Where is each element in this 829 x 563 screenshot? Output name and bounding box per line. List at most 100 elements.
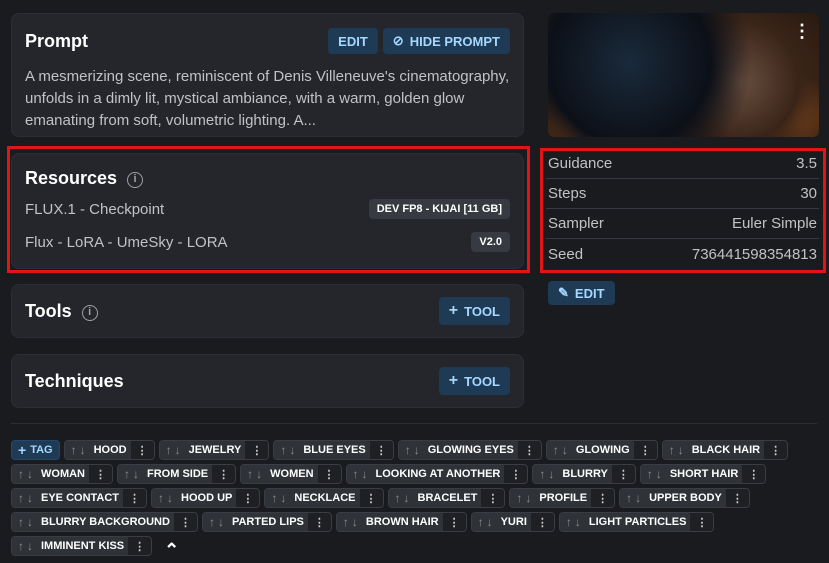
tag-label[interactable]: YURI: [496, 513, 531, 531]
tag-item[interactable]: ↑ ↓ YURI ⋮: [470, 512, 555, 532]
arrow-down-icon[interactable]: ↓: [133, 467, 139, 481]
tag-label[interactable]: LIGHT PARTICLES: [584, 513, 691, 531]
tag-menu-icon[interactable]: ⋮: [742, 465, 766, 483]
tag-menu-icon[interactable]: ⋮: [530, 513, 554, 531]
tag-item[interactable]: ↑ ↓ BLUE EYES ⋮: [273, 440, 394, 460]
tag-label[interactable]: IMMINENT KISS: [37, 537, 129, 555]
tag-label[interactable]: JEWELRY: [184, 441, 246, 459]
tag-label[interactable]: HOOD UP: [177, 489, 237, 507]
tag-menu-icon[interactable]: ⋮: [212, 465, 236, 483]
info-icon[interactable]: i: [127, 172, 144, 188]
arrow-down-icon[interactable]: ↓: [404, 491, 410, 505]
tag-item[interactable]: ↑ ↓ WOMEN ⋮: [240, 464, 342, 484]
tag-menu-icon[interactable]: ⋮: [130, 441, 154, 459]
arrow-down-icon[interactable]: ↓: [414, 443, 420, 457]
tag-menu-icon[interactable]: ⋮: [236, 489, 260, 507]
arrow-down-icon[interactable]: ↓: [175, 443, 181, 457]
tag-label[interactable]: BLURRY BACKGROUND: [37, 513, 174, 531]
tag-label[interactable]: PROFILE: [535, 489, 592, 507]
arrow-down-icon[interactable]: ↓: [548, 467, 554, 481]
tag-item[interactable]: ↑ ↓ HOOD ⋮: [63, 440, 155, 460]
arrow-down-icon[interactable]: ↓: [656, 467, 662, 481]
arrow-down-icon[interactable]: ↓: [352, 515, 358, 529]
tag-item[interactable]: ↑ ↓ LIGHT PARTICLES ⋮: [558, 512, 715, 532]
tag-item[interactable]: ↑ ↓ LOOKING AT ANOTHER ⋮: [345, 464, 529, 484]
tag-menu-icon[interactable]: ⋮: [89, 465, 112, 483]
tag-menu-icon[interactable]: ⋮: [633, 441, 657, 459]
info-icon[interactable]: i: [81, 304, 98, 321]
tag-item[interactable]: ↑ ↓ WOMAN ⋮: [11, 464, 113, 484]
arrow-down-icon[interactable]: ↓: [218, 515, 224, 529]
tag-label[interactable]: WOMAN: [37, 465, 89, 483]
arrow-up-icon[interactable]: ↑: [209, 515, 215, 529]
tag-label[interactable]: HOOD: [89, 441, 131, 459]
arrow-up-icon[interactable]: ↑: [566, 515, 572, 529]
edit-params-button[interactable]: ✎ EDIT: [548, 281, 615, 305]
arrow-up-icon[interactable]: ↑: [516, 491, 522, 505]
more-options-icon[interactable]: ⋮: [793, 21, 811, 42]
arrow-up-icon[interactable]: ↑: [18, 467, 24, 481]
arrow-up-icon[interactable]: ↑: [166, 443, 172, 457]
tag-item[interactable]: ↑ ↓ FROM SIDE ⋮: [117, 464, 237, 484]
arrow-up-icon[interactable]: ↑: [71, 443, 77, 457]
arrow-up-icon[interactable]: ↑: [626, 491, 632, 505]
arrow-up-icon[interactable]: ↑: [18, 539, 24, 553]
arrow-down-icon[interactable]: ↓: [362, 467, 368, 481]
arrow-up-icon[interactable]: ↑: [280, 443, 286, 457]
tag-menu-icon[interactable]: ⋮: [317, 465, 341, 483]
tag-menu-icon[interactable]: ⋮: [245, 441, 269, 459]
tag-menu-icon[interactable]: ⋮: [128, 537, 152, 555]
tag-menu-icon[interactable]: ⋮: [359, 489, 383, 507]
tag-item[interactable]: ↑ ↓ NECKLACE ⋮: [264, 488, 384, 508]
tag-item[interactable]: ↑ ↓ EYE CONTACT ⋮: [11, 488, 148, 508]
arrow-up-icon[interactable]: ↑: [124, 467, 130, 481]
arrow-down-icon[interactable]: ↓: [635, 491, 641, 505]
tag-label[interactable]: FROM SIDE: [143, 465, 213, 483]
resource-item[interactable]: FLUX.1 - Checkpoint DEV FP8 - KIJAI [11 G…: [25, 199, 510, 219]
tag-menu-icon[interactable]: ⋮: [517, 441, 541, 459]
tag-label[interactable]: BLACK HAIR: [687, 441, 765, 459]
arrow-down-icon[interactable]: ↓: [487, 515, 493, 529]
arrow-down-icon[interactable]: ↓: [575, 515, 581, 529]
arrow-up-icon[interactable]: ↑: [247, 467, 253, 481]
tag-menu-icon[interactable]: ⋮: [764, 441, 788, 459]
tag-label[interactable]: BLURRY: [558, 465, 612, 483]
add-technique-button[interactable]: + TOOL: [438, 367, 510, 395]
tag-menu-icon[interactable]: ⋮: [369, 441, 393, 459]
tag-menu-icon[interactable]: ⋮: [725, 489, 749, 507]
add-tool-button[interactable]: + TOOL: [438, 297, 510, 325]
resource-item[interactable]: Flux - LoRA - UmeSky - LORA V2.0: [25, 232, 510, 252]
tag-label[interactable]: BROWN HAIR: [361, 513, 443, 531]
arrow-down-icon[interactable]: ↓: [289, 443, 295, 457]
tag-menu-icon[interactable]: ⋮: [611, 465, 635, 483]
tag-label[interactable]: GLOWING EYES: [423, 441, 518, 459]
arrow-down-icon[interactable]: ↓: [525, 491, 531, 505]
arrow-up-icon[interactable]: ↑: [405, 443, 411, 457]
arrow-down-icon[interactable]: ↓: [27, 467, 33, 481]
tag-menu-icon[interactable]: ⋮: [591, 489, 615, 507]
tag-menu-icon[interactable]: ⋮: [173, 513, 197, 531]
collapse-chevron-icon[interactable]: ⌃: [156, 536, 187, 561]
tag-menu-icon[interactable]: ⋮: [504, 465, 528, 483]
arrow-down-icon[interactable]: ↓: [27, 491, 33, 505]
arrow-up-icon[interactable]: ↑: [353, 467, 359, 481]
tag-item[interactable]: ↑ ↓ GLOWING EYES ⋮: [397, 440, 542, 460]
tag-item[interactable]: ↑ ↓ GLOWING ⋮: [545, 440, 658, 460]
tag-menu-icon[interactable]: ⋮: [690, 513, 714, 531]
tag-item[interactable]: ↑ ↓ IMMINENT KISS ⋮: [11, 536, 153, 556]
arrow-up-icon[interactable]: ↑: [271, 491, 277, 505]
tag-label[interactable]: SHORT HAIR: [665, 465, 743, 483]
arrow-down-icon[interactable]: ↓: [562, 443, 568, 457]
arrow-up-icon[interactable]: ↑: [18, 515, 24, 529]
arrow-up-icon[interactable]: ↑: [553, 443, 559, 457]
arrow-up-icon[interactable]: ↑: [539, 467, 545, 481]
hide-prompt-button[interactable]: ⊘ HIDE PROMPT: [382, 28, 510, 54]
add-tag-button[interactable]: + TAG: [11, 440, 60, 460]
tag-item[interactable]: ↑ ↓ SHORT HAIR ⋮: [639, 464, 767, 484]
tag-menu-icon[interactable]: ⋮: [442, 513, 466, 531]
tag-item[interactable]: ↑ ↓ BROWN HAIR ⋮: [335, 512, 467, 532]
tag-item[interactable]: ↑ ↓ PROFILE ⋮: [509, 488, 616, 508]
tag-item[interactable]: ↑ ↓ UPPER BODY ⋮: [619, 488, 750, 508]
tag-label[interactable]: BLUE EYES: [299, 441, 370, 459]
tag-label[interactable]: GLOWING: [571, 441, 634, 459]
